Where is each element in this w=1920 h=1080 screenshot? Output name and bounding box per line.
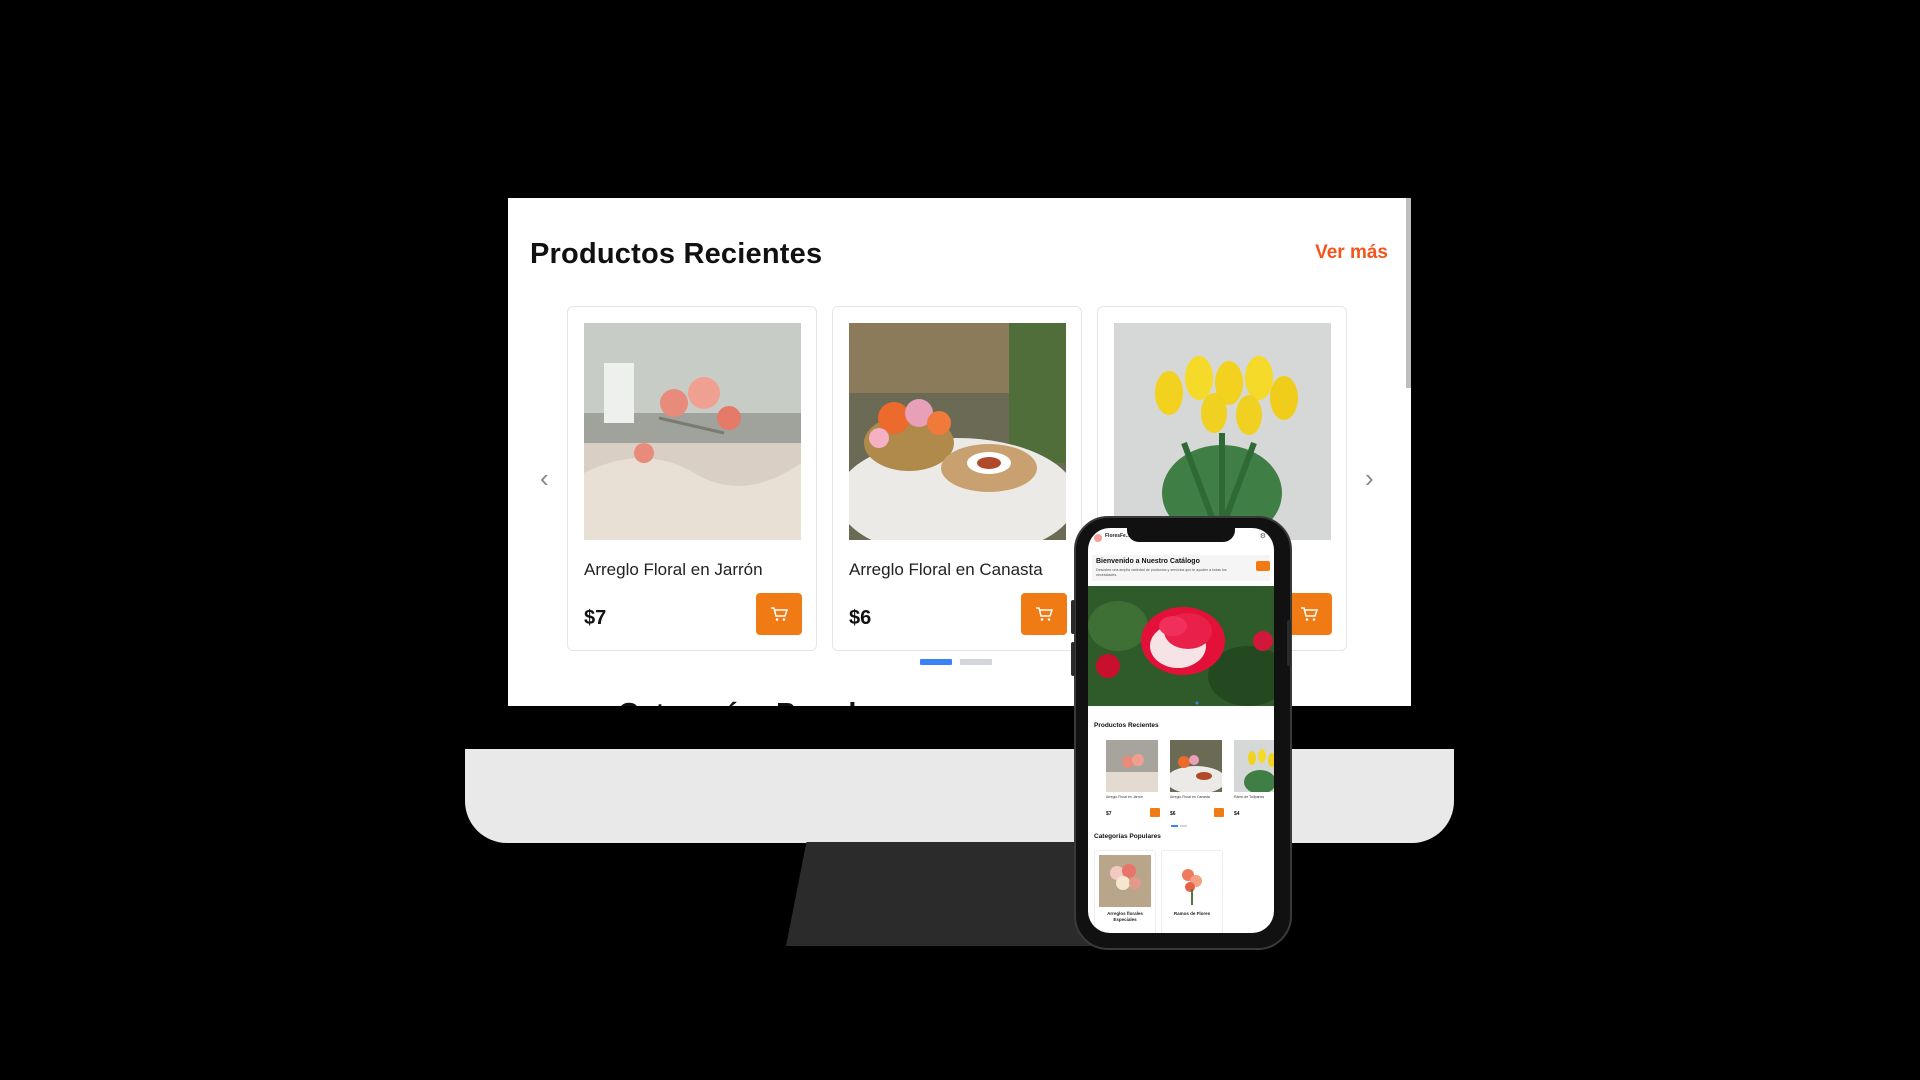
product-name: Arreglo Floral en Jarrón	[584, 560, 763, 579]
category-name: Ramos de Flores	[1173, 911, 1211, 916]
product-name: Arreglo Floral en Canasta	[1170, 795, 1210, 799]
product-name: Ramo de Tulipanes	[1234, 795, 1265, 799]
carousel-dot[interactable]	[1171, 825, 1178, 827]
hero-image	[1088, 586, 1274, 706]
section-title: Productos Recientes	[530, 238, 823, 270]
category-card[interactable]: Ramos de Flores	[1161, 850, 1223, 933]
chevron-right-icon[interactable]: ›	[1365, 463, 1374, 494]
add-to-cart-button[interactable]	[756, 593, 802, 635]
add-to-cart-button[interactable]	[1150, 808, 1160, 817]
phone-notch	[1127, 526, 1235, 542]
phone-side-button	[1287, 620, 1291, 666]
product-card[interactable]: Arreglo Floral en Canasta	[1168, 740, 1224, 802]
next-section-title: Categorías Populares	[618, 698, 916, 706]
product-image	[849, 323, 1066, 540]
logo[interactable]	[1094, 534, 1102, 542]
carousel-dot[interactable]	[960, 659, 992, 665]
carousel-dots	[1171, 825, 1187, 827]
phone-screen: FloresFe... ⚙ Bienvenido a Nuestro Catál…	[1088, 528, 1274, 933]
product-name: Arreglo Floral en Canasta	[849, 560, 1043, 579]
gear-icon[interactable]: ⚙	[1260, 532, 1266, 540]
banner-text: Descubre una amplia variedad de producto…	[1096, 568, 1227, 577]
add-to-cart-button[interactable]	[1214, 808, 1224, 817]
phone-side-button	[1071, 600, 1075, 634]
recent-products-title: Productos Recientes	[1094, 722, 1159, 729]
carousel-dot[interactable]	[920, 659, 952, 665]
phone-side-button	[1071, 642, 1075, 676]
brand-name[interactable]: FloresFe...	[1105, 533, 1130, 539]
product-card[interactable]: Arreglo Floral en Canasta $6	[832, 306, 1082, 651]
carousel-dot[interactable]	[1180, 825, 1187, 827]
cart-icon	[1301, 607, 1318, 621]
category-card[interactable]: Arreglos florales Especiales	[1094, 850, 1156, 933]
product-image	[1170, 740, 1222, 792]
chevron-left-icon[interactable]: ‹	[540, 463, 549, 494]
category-name: Arreglos florales Especiales	[1107, 911, 1143, 922]
product-price: $6	[849, 607, 872, 629]
category-image	[1166, 855, 1218, 907]
product-price: $6	[1170, 811, 1176, 817]
banner-title: Bienvenido a Nuestro Catálogo	[1096, 558, 1200, 565]
product-image	[1106, 740, 1158, 792]
scrollbar[interactable]	[1406, 198, 1411, 388]
popular-categories-title: Categorías Populares	[1094, 833, 1161, 840]
add-to-cart-button[interactable]	[1021, 593, 1067, 635]
monitor-chin	[465, 749, 1454, 843]
product-card[interactable]: Ramo de Tulipanes	[1232, 740, 1274, 802]
product-image	[1114, 323, 1331, 540]
cart-icon	[771, 607, 788, 621]
product-image	[584, 323, 801, 540]
product-image	[1234, 740, 1274, 792]
product-price: $4	[1234, 811, 1240, 817]
product-price: $7	[1106, 811, 1112, 817]
product-card[interactable]: Arreglo Floral en Jarrón	[1104, 740, 1160, 802]
carousel-dots	[920, 659, 992, 665]
product-card[interactable]: Arreglo Floral en Jarrón $7	[567, 306, 817, 651]
add-to-cart-button[interactable]	[1286, 593, 1332, 635]
cart-icon	[1036, 607, 1053, 621]
product-name: Arreglo Floral en Jarrón	[1106, 795, 1143, 799]
product-price: $7	[584, 607, 607, 629]
see-more-link[interactable]: Ver más	[1315, 242, 1388, 264]
banner-button[interactable]	[1256, 561, 1270, 571]
category-image	[1099, 855, 1151, 907]
